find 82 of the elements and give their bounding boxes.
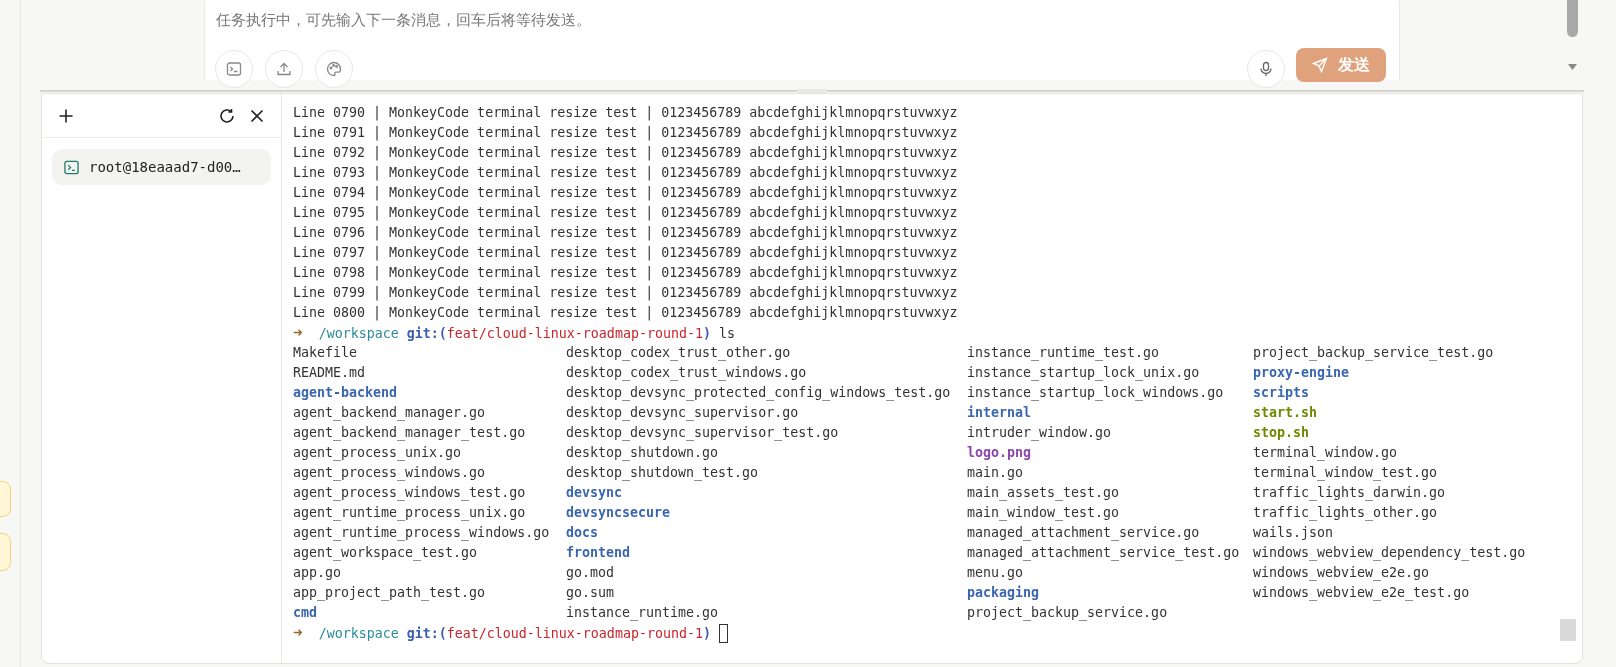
message-input[interactable]: 任务执行中，可先输入下一条消息，回车后将等待发送。 (216, 9, 916, 32)
terminal-line: Line 0790 | MonkeyCode terminal resize test | 0123456789 abcdefghijklmnopqrstuvwxyz (293, 104, 959, 123)
file-name: managed_attachment_service.go (967, 524, 1200, 543)
terminal-line: Line 0796 | MonkeyCode terminal resize test | 0123456789 abcdefghijklmnopqrstuvwxyz (293, 224, 959, 243)
file-name: agent_backend_manager_test.go (293, 424, 526, 443)
file-name: agent_workspace_test.go (293, 544, 478, 563)
terminal-line: Line 0794 | MonkeyCode terminal resize test | 0123456789 abcdefghijklmnopqrstuvwxyz (293, 184, 959, 203)
terminal-line: Line 0798 | MonkeyCode terminal resize test | 0123456789 abcdefghijklmnopqrstuvwxyz (293, 264, 959, 283)
terminal-line: Line 0792 | MonkeyCode terminal resize test | 0123456789 abcdefghijklmnopqrstuvwxyz (293, 144, 959, 163)
file-name: packaging (967, 584, 1040, 602)
file-name: start.sh (1253, 404, 1318, 422)
file-name: go.sum (566, 584, 615, 602)
file-name: internal (967, 404, 1032, 422)
file-name: wails.json (1253, 524, 1334, 542)
palette-icon (326, 61, 342, 77)
file-name: instance_startup_lock_windows.go (967, 384, 1224, 403)
file-name: windows_webview_dependency_test.go (1253, 544, 1526, 563)
file-name: scripts (1253, 384, 1310, 402)
file-name: agent_process_windows.go (293, 464, 486, 483)
prompt-line: ➜ /workspace git:(feat/cloud-linux-roadmap-round-1) (293, 622, 711, 644)
file-name: main_assets_test.go (967, 484, 1120, 503)
file-name: traffic_lights_other.go (1253, 504, 1438, 523)
file-name: desktop_shutdown.go (566, 444, 719, 463)
terminal-line: Line 0791 | MonkeyCode terminal resize test | 0123456789 abcdefghijklmnopqrstuvwxyz (293, 124, 959, 143)
file-name: app_project_path_test.go (293, 584, 486, 603)
file-name: Makefile (293, 344, 358, 362)
microphone-icon (1258, 61, 1274, 77)
close-icon (250, 108, 264, 123)
terminal-session-tab[interactable]: root@18eaaad7-d00… (52, 149, 271, 185)
file-name: desktop_devsync_protected_config_windows_test.go (566, 384, 951, 403)
file-name: instance_runtime.go (566, 604, 719, 623)
file-name: agent-backend (293, 384, 398, 402)
file-name: traffic_lights_darwin.go (1253, 484, 1446, 503)
file-name: terminal_window_test.go (1253, 464, 1438, 483)
file-name: desktop_devsync_supervisor.go (566, 404, 799, 423)
refresh-icon (219, 107, 235, 124)
file-name: project_backup_service.go (967, 604, 1168, 623)
plus-icon (58, 107, 74, 124)
file-name: agent_process_windows_test.go (293, 484, 526, 503)
file-name: desktop_codex_trust_windows.go (566, 364, 807, 383)
file-name: instance_runtime_test.go (967, 344, 1160, 363)
file-name: frontend (566, 544, 631, 562)
file-name: stop.sh (1253, 424, 1310, 442)
upload-icon (276, 61, 292, 77)
file-name: agent_runtime_process_windows.go (293, 524, 550, 543)
file-name: menu.go (967, 564, 1024, 582)
file-name: desktop_shutdown_test.go (566, 464, 759, 483)
send-icon (1312, 57, 1328, 73)
file-name: desktop_codex_trust_other.go (566, 344, 791, 363)
file-name: windows_webview_e2e_test.go (1253, 584, 1470, 603)
file-name: main_window_test.go (967, 504, 1120, 523)
file-name: docs (566, 524, 599, 542)
file-name: proxy-engine (1253, 364, 1350, 382)
file-name: agent_backend_manager.go (293, 404, 486, 423)
terminal-line: Line 0793 | MonkeyCode terminal resize test | 0123456789 abcdefghijklmnopqrstuvwxyz (293, 164, 959, 183)
scroll-down-icon[interactable] (1568, 64, 1577, 71)
terminal-line: Line 0799 | MonkeyCode terminal resize test | 0123456789 abcdefghijklmnopqrstuvwxyz (293, 284, 959, 303)
terminal-line: Line 0800 | MonkeyCode terminal resize test | 0123456789 abcdefghijklmnopqrstuvwxyz (293, 304, 959, 323)
terminal-line: Line 0795 | MonkeyCode terminal resize test | 0123456789 abcdefghijklmnopqrstuvwxyz (293, 204, 959, 223)
file-name: agent_process_unix.go (293, 444, 462, 463)
file-name: main.go (967, 464, 1024, 482)
terminal-icon (226, 61, 242, 77)
file-name: windows_webview_e2e.go (1253, 564, 1430, 583)
terminal-line: Line 0797 | MonkeyCode terminal resize test | 0123456789 abcdefghijklmnopqrstuvwxyz (293, 244, 959, 263)
file-name: agent_runtime_process_unix.go (293, 504, 526, 523)
file-name: intruder_window.go (967, 424, 1112, 443)
terminal-icon (64, 159, 79, 175)
file-name: managed_attachment_service_test.go (967, 544, 1240, 563)
file-name: go.mod (566, 564, 615, 582)
file-name: devsync (566, 484, 623, 502)
file-name: instance_startup_lock_unix.go (967, 364, 1200, 383)
file-name: project_backup_service_test.go (1253, 344, 1494, 363)
file-name: README.md (293, 364, 366, 382)
scrollbar-thumb[interactable] (1567, 0, 1578, 37)
file-name: terminal_window.go (1253, 444, 1398, 463)
file-name: app.go (293, 564, 342, 582)
file-name: desktop_devsync_supervisor_test.go (566, 424, 839, 443)
scrollbar-thumb[interactable] (1560, 619, 1576, 641)
file-name: logo.png (967, 444, 1032, 462)
file-name: cmd (293, 604, 318, 622)
file-name: devsyncsecure (566, 504, 671, 522)
prompt-line: ➜ /workspace git:(feat/cloud-linux-roadmap-round-1) ls (293, 322, 735, 344)
